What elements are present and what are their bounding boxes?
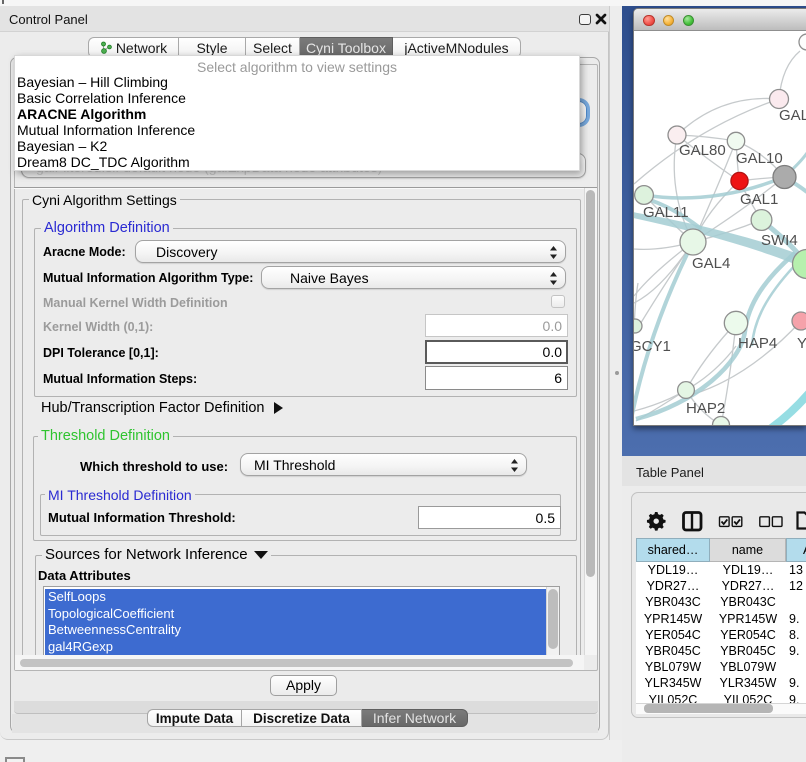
svg-text:GAL11: GAL11 bbox=[643, 204, 689, 221]
svg-text:GCY1: GCY1 bbox=[634, 338, 671, 355]
svg-text:GAL4: GAL4 bbox=[692, 255, 730, 272]
svg-text:HAP4: HAP4 bbox=[738, 335, 777, 352]
svg-text:GAL10: GAL10 bbox=[736, 150, 783, 167]
svg-text:HAP2: HAP2 bbox=[686, 400, 725, 417]
svg-text:YE: YE bbox=[797, 335, 806, 352]
svg-text:GAL1: GAL1 bbox=[740, 191, 778, 208]
svg-text:SWI4: SWI4 bbox=[761, 232, 798, 249]
svg-text:GAL2: GAL2 bbox=[779, 107, 806, 124]
svg-text:GAL80: GAL80 bbox=[679, 142, 726, 159]
